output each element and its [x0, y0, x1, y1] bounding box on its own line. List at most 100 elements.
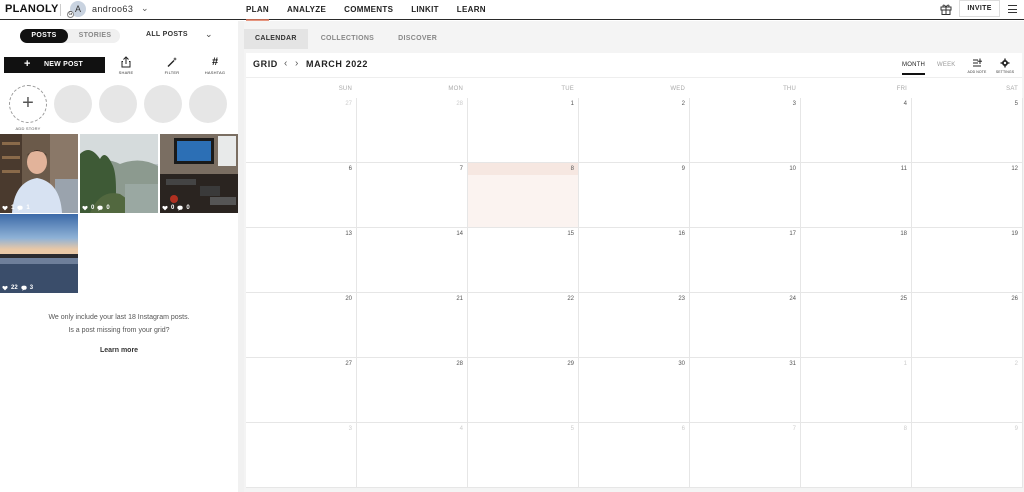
chevron-down-icon[interactable]: ⌄: [141, 3, 149, 14]
calendar-day[interactable]: 19: [912, 228, 1023, 293]
calendar-header: GRID ‹ › MARCH 2022 MONTH WEEK ADD NOTE: [246, 53, 1022, 78]
add-story-button[interactable]: +: [9, 85, 47, 123]
calendar-day[interactable]: 6: [246, 163, 357, 228]
post-image: [0, 134, 78, 213]
calendar-day[interactable]: 14: [357, 228, 468, 293]
calendar-day[interactable]: 6: [579, 423, 690, 488]
comments-count: 0: [186, 205, 190, 211]
calendar-day[interactable]: 15: [468, 228, 579, 293]
account-username[interactable]: androo63: [92, 4, 133, 14]
tab-discover[interactable]: DISCOVER: [387, 29, 449, 49]
calendar-day[interactable]: 1: [468, 98, 579, 163]
day-of-week-label: SUN: [338, 86, 352, 92]
nav-comments[interactable]: COMMENTS: [344, 0, 393, 20]
comment-icon: [17, 205, 24, 211]
view-month-toggle[interactable]: MONTH: [902, 62, 925, 75]
new-post-button[interactable]: + NEW POST: [4, 57, 105, 73]
calendar-day[interactable]: 9: [579, 163, 690, 228]
add-note-button[interactable]: ADD NOTE: [966, 58, 988, 74]
day-number: 2: [681, 101, 685, 107]
calendar-day[interactable]: 4: [357, 423, 468, 488]
calendar-day[interactable]: 7: [357, 163, 468, 228]
tab-posts[interactable]: POSTS: [20, 29, 68, 43]
calendar: GRID ‹ › MARCH 2022 MONTH WEEK ADD NOTE: [246, 53, 1023, 488]
day-of-week-label: SAT: [1006, 86, 1018, 92]
calendar-day[interactable]: 3: [690, 98, 801, 163]
calendar-day[interactable]: 12: [912, 163, 1023, 228]
invite-button[interactable]: INVITE: [959, 0, 1000, 17]
gift-icon[interactable]: [940, 3, 952, 15]
calendar-day[interactable]: 2: [579, 98, 690, 163]
post-thumbnail[interactable]: 22 3: [0, 214, 78, 293]
all-posts-select[interactable]: ALL POSTS: [146, 31, 188, 38]
nav-learn[interactable]: LEARN: [457, 0, 486, 20]
calendar-day[interactable]: 13: [246, 228, 357, 293]
day-number: 31: [789, 361, 796, 367]
post-thumbnail[interactable]: 1 1: [0, 134, 78, 213]
view-week-toggle[interactable]: WEEK: [937, 62, 955, 68]
calendar-day[interactable]: 27: [246, 358, 357, 423]
calendar-day[interactable]: 2: [912, 358, 1023, 423]
calendar-day[interactable]: 10: [690, 163, 801, 228]
calendar-day[interactable]: 20: [246, 293, 357, 358]
day-number: 6: [348, 166, 352, 172]
day-number: 12: [1011, 166, 1018, 172]
grid-view-label[interactable]: GRID: [253, 59, 278, 69]
chevron-down-icon[interactable]: ⌄: [205, 29, 213, 40]
calendar-day[interactable]: 31: [690, 358, 801, 423]
calendar-day[interactable]: 5: [912, 98, 1023, 163]
chevron-right-icon[interactable]: ›: [295, 58, 298, 69]
calendar-day[interactable]: 11: [801, 163, 912, 228]
calendar-day[interactable]: 7: [690, 423, 801, 488]
tab-calendar[interactable]: CALENDAR: [244, 29, 308, 49]
story-placeholder[interactable]: [144, 85, 182, 123]
calendar-day[interactable]: 25: [801, 293, 912, 358]
nav-plan[interactable]: PLAN: [246, 0, 269, 21]
calendar-day[interactable]: 5: [468, 423, 579, 488]
nav-linkit[interactable]: LINKIT: [411, 0, 439, 20]
calendar-day[interactable]: 29: [468, 358, 579, 423]
day-number: 24: [789, 296, 796, 302]
hashtag-button[interactable]: # HASHTAG: [200, 56, 230, 75]
story-placeholder[interactable]: [99, 85, 137, 123]
calendar-day[interactable]: 16: [579, 228, 690, 293]
calendar-day-today[interactable]: 8: [468, 163, 579, 228]
calendar-day[interactable]: 27: [246, 98, 357, 163]
post-thumbnail[interactable]: 0 0: [80, 134, 158, 213]
day-number: 25: [900, 296, 907, 302]
story-placeholder[interactable]: [54, 85, 92, 123]
calendar-day[interactable]: 21: [357, 293, 468, 358]
calendar-day[interactable]: 24: [690, 293, 801, 358]
calendar-day[interactable]: 17: [690, 228, 801, 293]
calendar-day[interactable]: 23: [579, 293, 690, 358]
share-button[interactable]: SHARE: [111, 56, 141, 75]
hamburger-menu-icon[interactable]: [1008, 5, 1017, 13]
tab-stories[interactable]: STORIES: [72, 29, 118, 43]
calendar-day[interactable]: 4: [801, 98, 912, 163]
chevron-left-icon[interactable]: ‹: [284, 58, 287, 69]
calendar-day[interactable]: 22: [468, 293, 579, 358]
day-number: 5: [570, 426, 574, 432]
nav-analyze[interactable]: ANALYZE: [287, 0, 326, 20]
calendar-day[interactable]: 9: [912, 423, 1023, 488]
calendar-day[interactable]: 28: [357, 98, 468, 163]
plus-icon: +: [22, 92, 34, 114]
filter-button[interactable]: FILTER: [157, 56, 187, 75]
story-placeholder[interactable]: [189, 85, 227, 123]
comment-icon: [177, 205, 184, 211]
tab-collections[interactable]: COLLECTIONS: [309, 29, 386, 49]
calendar-day[interactable]: 1: [801, 358, 912, 423]
day-number: 20: [345, 296, 352, 302]
calendar-day[interactable]: 28: [357, 358, 468, 423]
learn-more-link[interactable]: Learn more: [0, 347, 238, 354]
post-thumbnail[interactable]: 0 0: [160, 134, 238, 213]
day-number: 30: [678, 361, 685, 367]
calendar-day[interactable]: 26: [912, 293, 1023, 358]
left-panel: POSTS STORIES ALL POSTS ⌄ + NEW POST SHA…: [0, 21, 238, 492]
calendar-day[interactable]: 8: [801, 423, 912, 488]
calendar-day[interactable]: 30: [579, 358, 690, 423]
calendar-day[interactable]: 3: [246, 423, 357, 488]
app-logo[interactable]: PLANOLY: [5, 3, 59, 15]
settings-button[interactable]: SETTINGS: [994, 58, 1016, 74]
calendar-day[interactable]: 18: [801, 228, 912, 293]
